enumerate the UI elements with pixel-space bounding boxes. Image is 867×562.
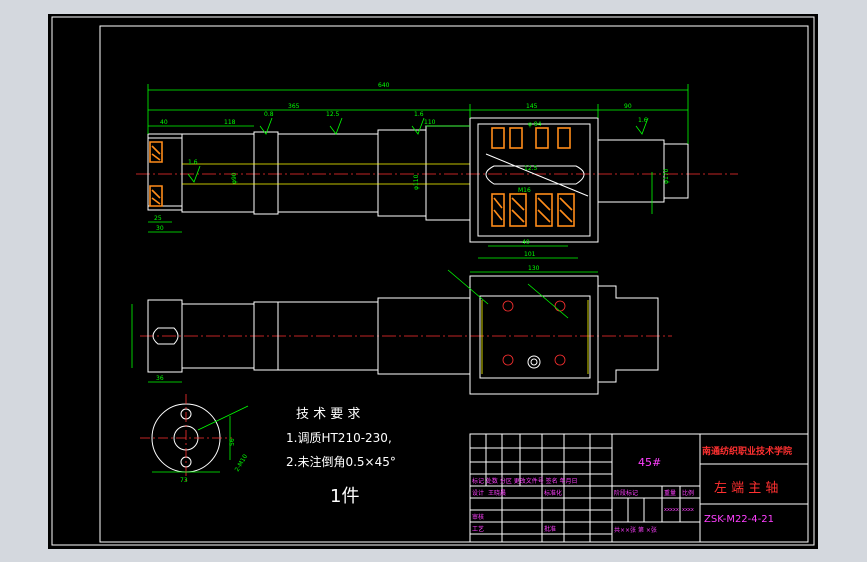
dim-110: 110 (424, 119, 436, 126)
dim-130: 130 (528, 265, 540, 272)
small-value-1: xxxxx (664, 507, 679, 513)
scale-label: 比例 (682, 489, 694, 497)
designer-name: 王晓晨 (488, 489, 506, 497)
tech-line-1: 1.调质HT210-230, (286, 431, 392, 445)
tech-title: 技 术 要 求 (296, 407, 360, 422)
sheet-info: 共××张 第 ×张 (614, 526, 657, 534)
dim-12-5-b: 12.5 (524, 165, 538, 172)
dim-90: 90 (624, 103, 632, 110)
dim-30: 30 (156, 225, 164, 232)
tech-quantity: 1件 (330, 486, 359, 507)
inner-frame (99, 25, 809, 543)
dim-110-phi: φ110 (413, 174, 420, 190)
dim-0-8: 0.8 (264, 111, 274, 118)
dim-40-b: 40 (522, 239, 530, 246)
dim-12-5-a: 12.5 (326, 111, 340, 118)
dim-101: 101 (524, 251, 536, 258)
end-view: 73 56 2-M10 (140, 394, 249, 484)
dim-overall: 640 (378, 82, 390, 89)
front-view: 36 (131, 269, 672, 395)
dim-118: 118 (224, 119, 236, 126)
tech-line-2: 2.未注倒角0.5×45° (286, 454, 396, 469)
dim-145: 145 (526, 103, 538, 110)
part-name: 左 端 主 轴 (714, 481, 778, 496)
dim-56: 56 (229, 438, 236, 446)
material: 45# (638, 456, 661, 469)
process-label: 工艺 (472, 525, 484, 533)
flange-hatch (491, 127, 575, 227)
dim-36: 36 (156, 375, 164, 382)
dim-90-phi: φ90 (231, 172, 238, 184)
dim-170: φ170 (663, 168, 670, 184)
dim-m10: 2-M10 (234, 453, 250, 473)
stage-label: 阶段标记 (614, 489, 638, 497)
dim-40: 40 (160, 119, 168, 126)
school-name: 南通纺织职业技术学院 (702, 445, 792, 457)
engineering-drawing: 640 365 145 90 40 118 110 0.8 12.5 1.6 1… (51, 16, 815, 546)
revision-header: 标记 处数 分区 更改文件号 签名 年月日 (472, 477, 578, 485)
dim-1-6-c: 1.6 (188, 159, 198, 166)
dim-25: 25 (154, 215, 162, 222)
approve-label: 批准 (544, 525, 556, 533)
dim-94: φ 94 (528, 121, 542, 128)
dim-1-6-b: 1.6 (638, 117, 648, 124)
review-label: 审核 (472, 513, 484, 521)
dim-1-6-a: 1.6 (414, 111, 424, 118)
dim-365: 365 (288, 103, 300, 110)
dim-73: 73 (180, 477, 188, 484)
designer-label: 设计 (472, 489, 484, 497)
dim-m16: M16 (518, 187, 531, 194)
top-view (136, 84, 738, 273)
small-value-2: xxxx (682, 507, 694, 513)
standard-label: 标准化 (544, 489, 562, 497)
drawing-canvas: 640 365 145 90 40 118 110 0.8 12.5 1.6 1… (48, 14, 818, 549)
weight-label: 重量 (664, 489, 676, 497)
drawing-number: ZSK-M22-4-21 (704, 514, 774, 525)
